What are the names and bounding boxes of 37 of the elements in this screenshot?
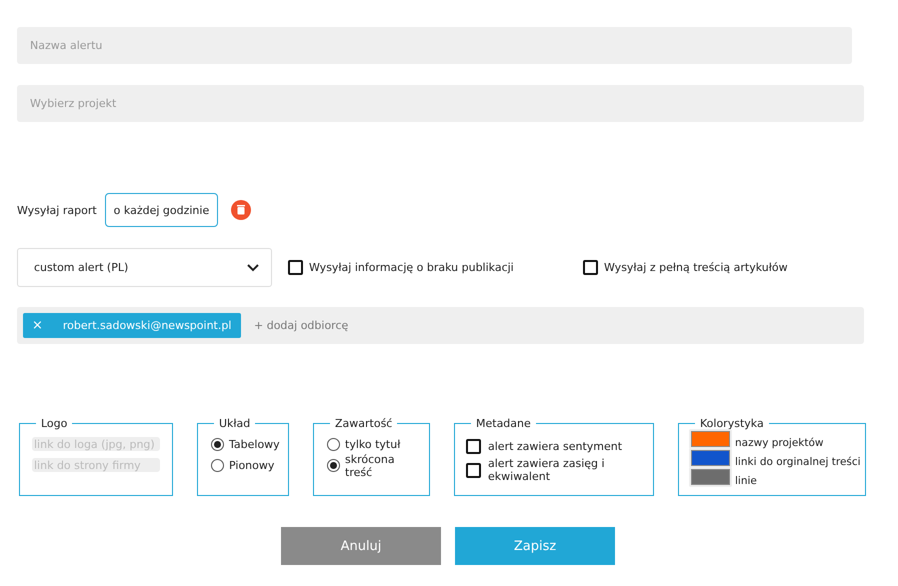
panel-title: Układ <box>218 417 252 430</box>
schedule-field[interactable]: o każdej godzinie <box>104 193 218 227</box>
checkbox[interactable] <box>466 438 481 454</box>
checkbox-label: alert zawiera zasięg i ekwiwalent <box>488 457 606 483</box>
add-recipient-link[interactable]: + dodaj odbiorcę <box>254 319 348 332</box>
remove-button[interactable]: × <box>32 318 43 333</box>
checkbox-label: Wysyłaj informację o braku publikacji <box>309 261 514 274</box>
panel-title: Kolorystyka <box>699 417 765 430</box>
recipient-email: robert.sadowski@newspoint.pl <box>62 319 232 332</box>
color-label: linie <box>735 475 757 487</box>
radio-button[interactable] <box>327 438 340 451</box>
save-button[interactable]: Zapisz <box>455 527 615 565</box>
radio-button[interactable] <box>211 459 224 472</box>
alert-name-field[interactable]: Nazwa alertu <box>17 27 852 64</box>
radio-label: Pionowy <box>229 459 274 472</box>
template-select[interactable]: custom alert (PL) <box>17 248 272 287</box>
panel-title: Metadane <box>475 417 532 430</box>
checkbox-label: alert zawiera sentyment <box>488 440 622 452</box>
radio-button[interactable] <box>327 459 340 472</box>
project-field[interactable]: Wybierz projekt <box>17 85 864 122</box>
radio-label: tylko tytuł <box>345 438 400 451</box>
checkbox[interactable] <box>583 260 598 275</box>
panel-title: Logo <box>40 417 68 430</box>
radio-label: skrócona treść <box>345 452 396 478</box>
checkbox-label: Wysyłaj z pełną treścią artykułów <box>604 261 788 274</box>
chevron-down-icon <box>247 264 259 272</box>
schedule-label: Wysyłaj raport <box>17 204 97 216</box>
checkbox[interactable] <box>466 462 481 478</box>
cancel-button[interactable]: Anuluj <box>281 527 441 565</box>
radio-button[interactable] <box>211 438 224 451</box>
recipients-field[interactable]: × robert.sadowski@newspoint.pl + dodaj odbiorcę <box>17 307 864 344</box>
panel-title: Zawartość <box>334 417 394 430</box>
color-label: linki do orginalnej treści <box>735 456 861 468</box>
radio-label: Tabelowy <box>229 438 280 451</box>
delete-icon[interactable] <box>231 200 252 220</box>
checkbox[interactable] <box>288 260 303 275</box>
color-label: nazwy projektów <box>735 437 824 449</box>
